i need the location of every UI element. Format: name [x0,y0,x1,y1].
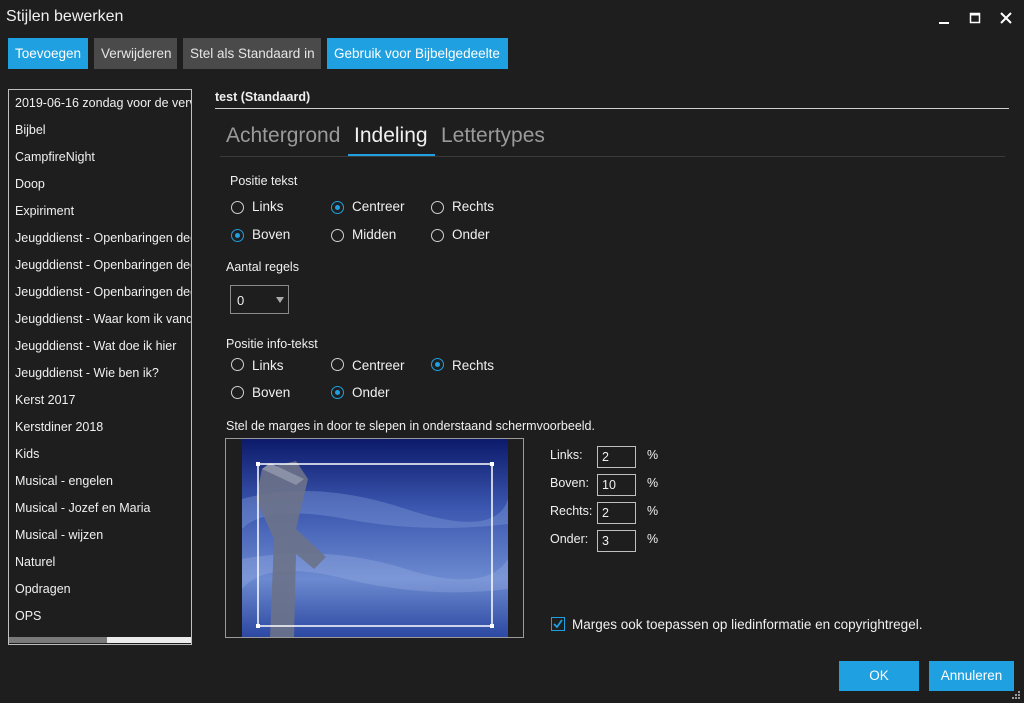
margin-right-input[interactable] [597,502,636,524]
list-item[interactable]: Jeugddienst - Openbaringen deel 2 [15,258,191,272]
window-title: Stijlen bewerken [6,8,124,25]
margin-handle[interactable] [490,462,494,466]
text-position-label: Positie tekst [230,174,298,188]
margin-handle[interactable] [256,624,260,628]
list-item[interactable]: Jeugddienst - Waar kom ik vandaan [15,312,191,326]
apply-margins-label[interactable]: Marges ook toepassen op liedinformatie e… [572,617,922,632]
list-item[interactable]: Musical - Jozef en Maria [15,501,191,515]
maximize-icon[interactable] [963,6,987,30]
margin-top-unit: % [647,476,659,490]
background-image [242,439,508,637]
style-header: test (Standaard) [215,90,311,104]
ok-button[interactable]: OK [839,661,919,691]
list-item[interactable]: Kerstdiner 2018 [15,420,191,434]
list-item[interactable]: OPS [15,609,191,623]
margin-bottom-unit: % [647,532,659,546]
cancel-button[interactable]: Annuleren [929,661,1014,691]
list-item[interactable]: Kerst 2017 [15,393,191,407]
tab-achtergrond[interactable]: Achtergrond [226,124,340,148]
text-pos-boven-label[interactable]: Boven [252,227,290,242]
text-pos-rechts-label[interactable]: Rechts [452,199,494,214]
active-tab-indicator [348,154,435,156]
info-pos-boven-radio[interactable] [231,386,244,399]
info-pos-centreer-label[interactable]: Centreer [352,358,405,373]
text-pos-links-label[interactable]: Links [252,199,284,214]
margin-handle[interactable] [256,462,260,466]
info-pos-rechts-label[interactable]: Rechts [452,358,494,373]
info-pos-centreer-radio[interactable] [331,358,344,371]
margin-right-unit: % [647,504,659,518]
scrollbar-thumb[interactable] [9,637,107,643]
text-pos-boven-radio[interactable] [231,229,244,242]
info-pos-rechts-radio[interactable] [431,358,444,371]
set-default-button[interactable]: Stel als Standaard in [183,38,321,69]
info-pos-onder-label[interactable]: Onder [352,385,390,400]
text-pos-midden-label[interactable]: Midden [352,227,396,242]
info-position-label: Positie info-tekst [226,337,318,351]
list-item[interactable]: Opdragen [15,582,191,596]
margin-left-input[interactable] [597,446,636,468]
list-item[interactable]: Bijbel [15,123,191,137]
margin-bottom-label: Onder: [550,532,589,546]
minimize-icon[interactable] [932,6,956,30]
use-for-bible-button[interactable]: Gebruik voor Bijbelgedeelte [327,38,508,69]
margins-instruction: Stel de marges in door te slepen in onde… [226,419,595,433]
margin-left-label: Links: [550,448,583,462]
list-item[interactable]: Naturel [15,555,191,569]
text-pos-onder-radio[interactable] [431,229,444,242]
text-pos-onder-label[interactable]: Onder [452,227,490,242]
info-pos-links-label[interactable]: Links [252,358,284,373]
line-count-dropdown[interactable]: 0 [230,285,289,314]
margin-top-input[interactable] [597,474,636,496]
remove-button[interactable]: Verwijderen [94,38,177,69]
info-pos-links-radio[interactable] [231,358,244,371]
margin-top-label: Boven: [550,476,589,490]
list-item[interactable]: Jeugddienst - Openbaringen deel 1 [15,231,191,245]
list-item[interactable]: Musical - wijzen [15,528,191,542]
list-item[interactable]: Doop [15,177,191,191]
list-item[interactable]: Jeugddienst - Openbaringen deel 3 [15,285,191,299]
header-divider [215,108,1009,109]
info-pos-onder-radio[interactable] [331,386,344,399]
tab-divider [220,156,1005,157]
list-item[interactable]: Kids [15,447,191,461]
line-count-value: 0 [237,293,245,308]
styles-list[interactable]: 2019-06-16 zondag voor de vervolgde kerk… [8,89,192,645]
text-pos-rechts-radio[interactable] [431,201,444,214]
chevron-down-icon [276,297,284,303]
margin-left-unit: % [647,448,659,462]
list-item[interactable]: 2019-06-16 zondag voor de vervolgde kerk [15,96,191,110]
text-pos-centreer-label[interactable]: Centreer [352,199,405,214]
list-item[interactable]: Expiriment [15,204,191,218]
info-pos-boven-label[interactable]: Boven [252,385,290,400]
line-count-label: Aantal regels [226,260,299,274]
close-icon[interactable] [994,6,1018,30]
list-item[interactable]: Musical - engelen [15,474,191,488]
text-pos-centreer-radio[interactable] [331,201,344,214]
tab-lettertypes[interactable]: Lettertypes [441,124,545,148]
tab-indeling[interactable]: Indeling [354,124,428,148]
checkmark-icon [553,619,563,629]
list-item[interactable]: Jeugddienst - Wat doe ik hier [15,339,191,353]
list-item[interactable]: Jeugddienst - Wie ben ik? [15,366,191,380]
add-button[interactable]: Toevoegen [8,38,88,69]
title-bar [0,0,1024,36]
margin-handle[interactable] [490,624,494,628]
apply-margins-checkbox[interactable] [551,617,565,631]
resize-grip-icon[interactable] [1011,688,1021,699]
margin-right-label: Rechts: [550,504,593,518]
list-item[interactable]: CampfireNight [15,150,191,164]
margin-preview[interactable] [225,438,524,638]
list-horizontal-scrollbar[interactable] [9,637,191,643]
text-pos-midden-radio[interactable] [331,229,344,242]
margin-bottom-input[interactable] [597,530,636,552]
text-pos-links-radio[interactable] [231,201,244,214]
